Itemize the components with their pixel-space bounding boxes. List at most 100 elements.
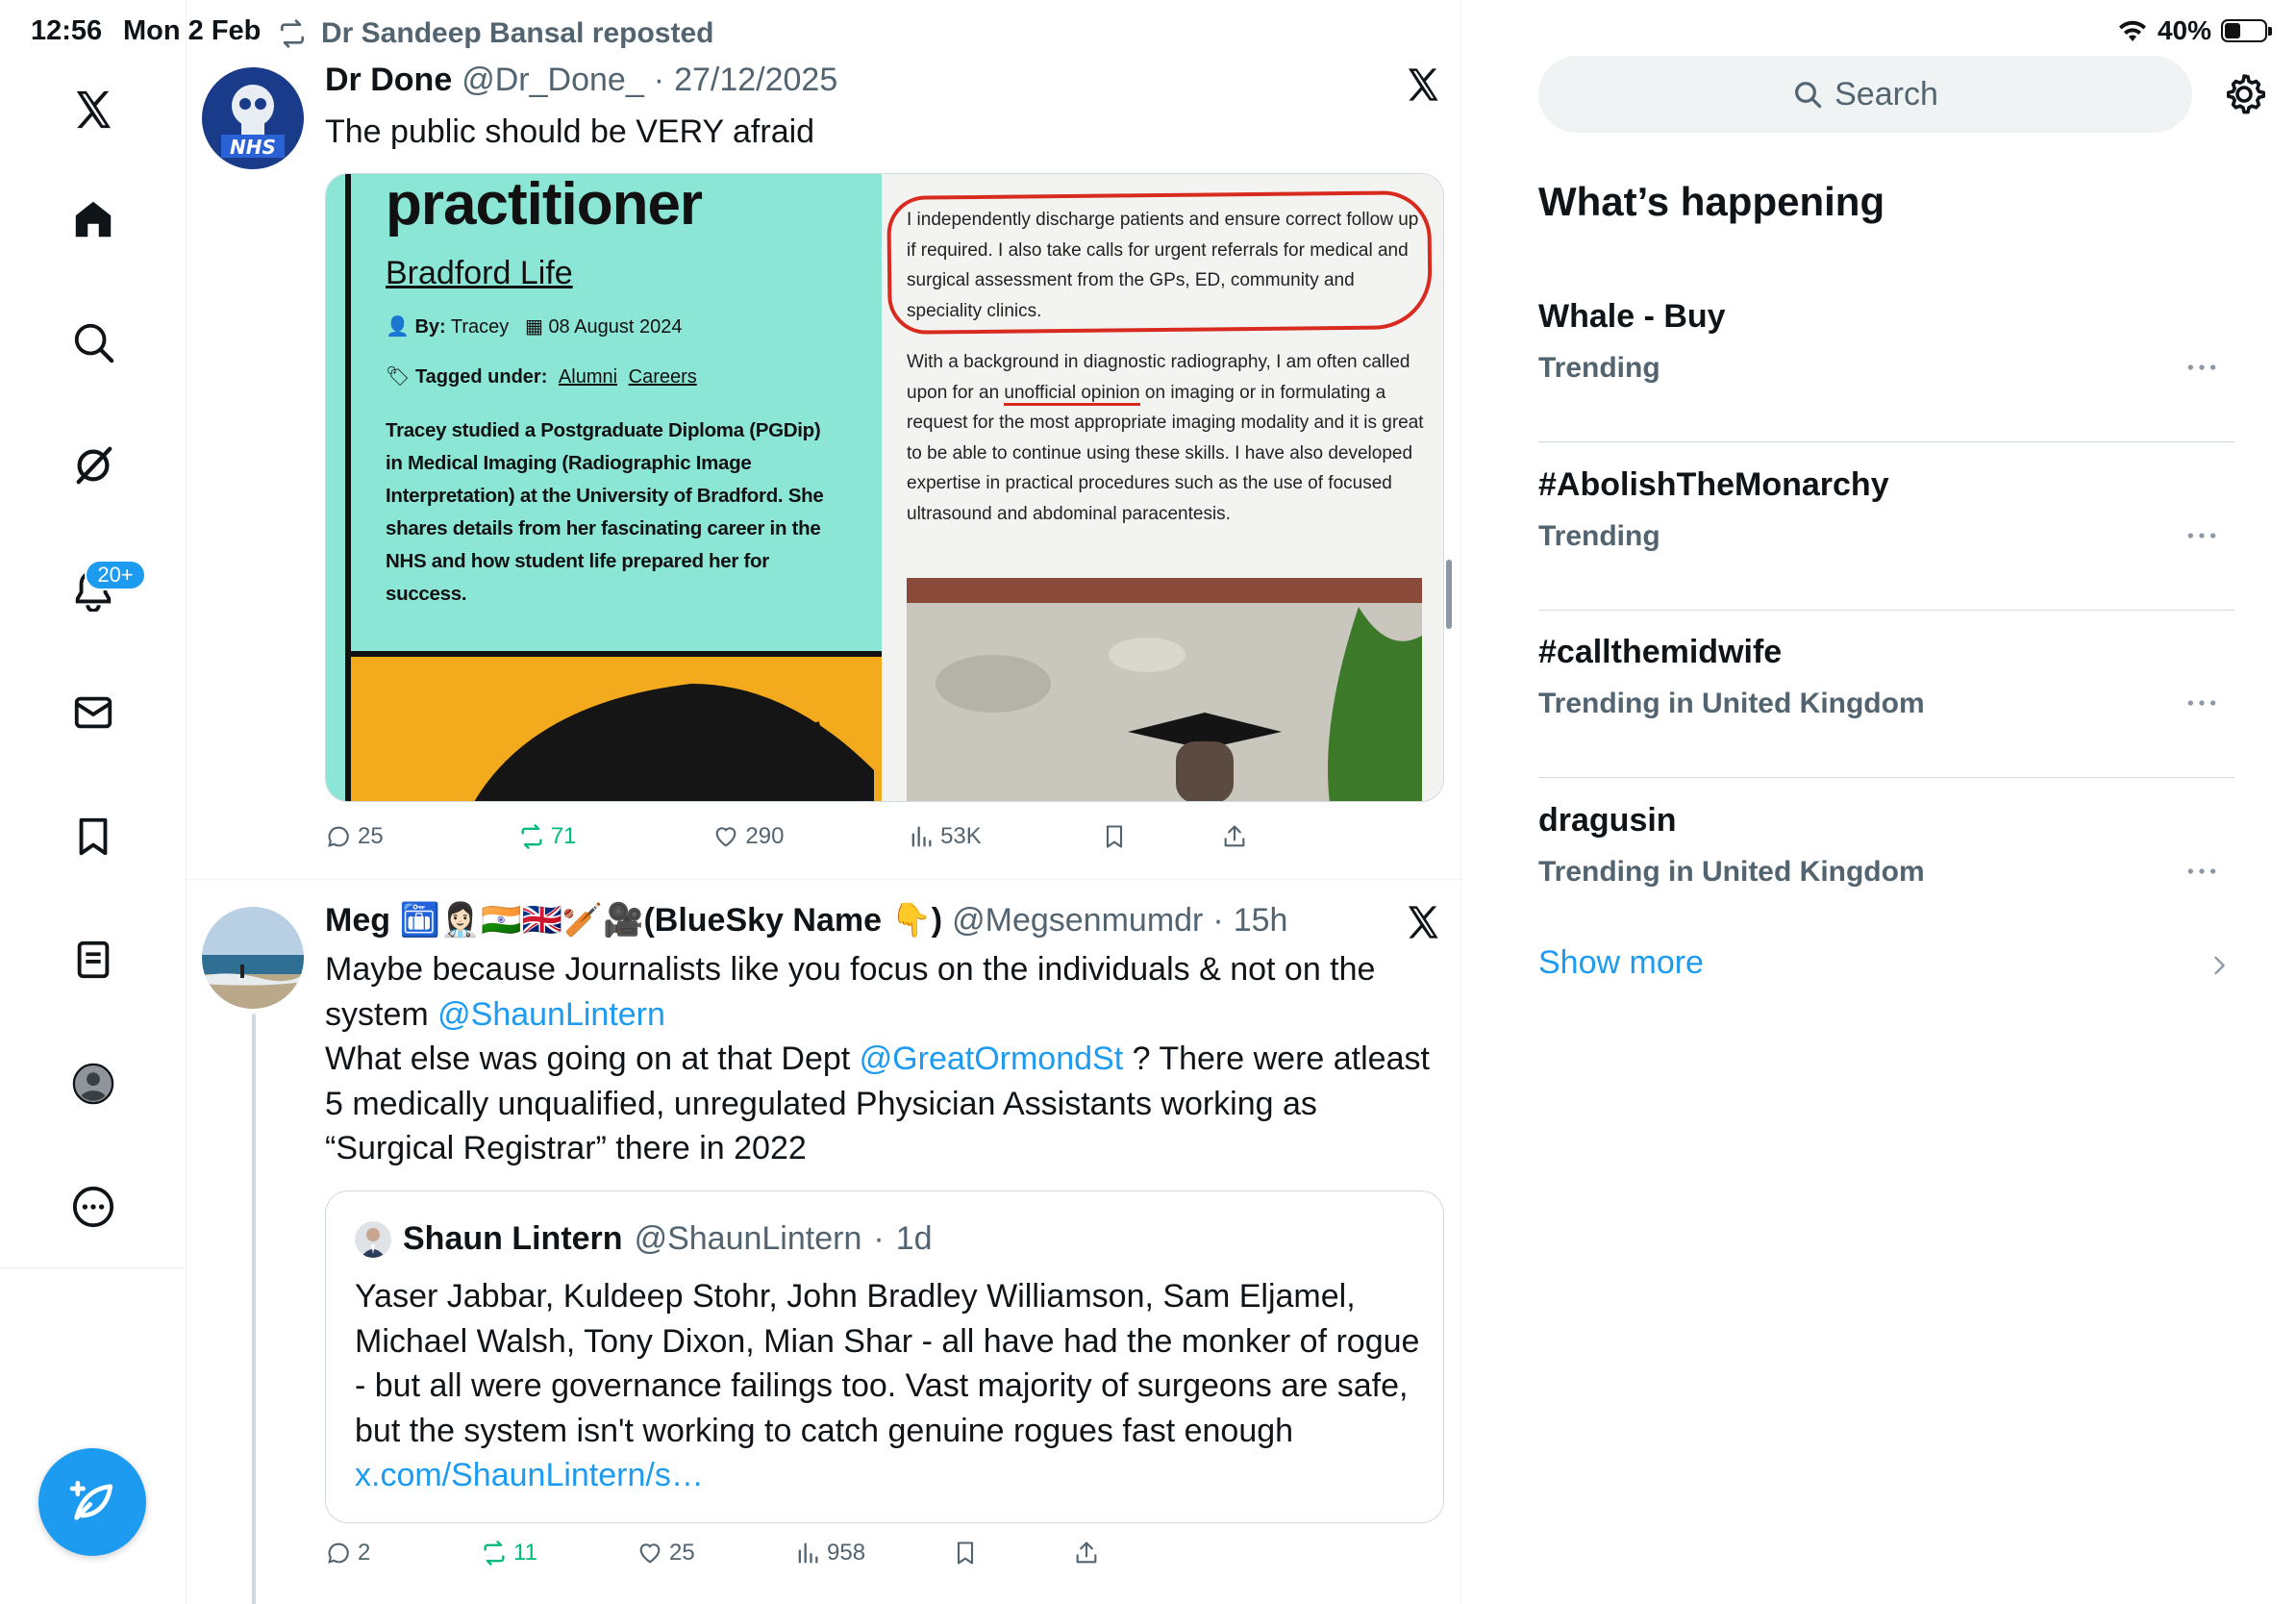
share-icon: [1224, 825, 1245, 847]
x-grok-icon[interactable]: [1404, 65, 1442, 104]
tweet-dr-done[interactable]: Dr Sandeep Bansal reposted NHS Dr Done @…: [187, 0, 1460, 879]
share-icon: [1076, 1541, 1097, 1564]
x-grok-icon[interactable]: [1404, 903, 1442, 941]
frame-bar-vertical: [345, 174, 351, 801]
more-dots-icon[interactable]: [2183, 852, 2221, 890]
bookmarks-icon[interactable]: [60, 803, 127, 870]
show-more-link[interactable]: Show more: [1538, 944, 1704, 982]
grok-icon[interactable]: [60, 432, 127, 499]
tweet-text: Maybe because Journalists like you focus…: [325, 947, 1440, 1171]
repost-count: 11: [513, 1540, 537, 1566]
author-handle[interactable]: @Dr_Done_: [462, 62, 644, 99]
chevron-right-icon[interactable]: [2206, 952, 2233, 979]
tweet-header: Meg 🛅👩🏻‍⚕️🇮🇳🇬🇧🏏🎥(BlueSky Name 👇) @Megsen…: [325, 901, 1287, 940]
separator-dot: ·: [1212, 901, 1224, 939]
separator-dot: ·: [653, 62, 665, 98]
whats-happening-title: What’s happening: [1538, 179, 1885, 224]
article-date: 08 August 2024: [548, 316, 683, 338]
author-handle[interactable]: @Megsenmumdr: [952, 902, 1203, 940]
calendar-icon: ▦: [524, 316, 543, 338]
repost-button[interactable]: 71: [518, 823, 713, 850]
like-count: 290: [745, 823, 785, 849]
search-box[interactable]: Search: [1538, 56, 2192, 133]
trend-item[interactable]: Whale - Buy Trending: [1538, 273, 2234, 442]
settings-gear-icon[interactable]: [2221, 71, 2267, 117]
profile-avatar-icon[interactable]: [60, 1050, 127, 1117]
trend-context: Trending in United Kingdom: [1538, 688, 1925, 719]
reply-icon: [328, 826, 349, 847]
view-count: 53K: [940, 823, 982, 849]
author-name[interactable]: Meg 🛅👩🏻‍⚕️🇮🇳🇬🇧🏏🎥(BlueSky Name 👇): [325, 901, 942, 940]
quoted-tweet[interactable]: Shaun Lintern @ShaunLintern · 1d Yaser J…: [325, 1190, 1444, 1523]
bookmark-button[interactable]: [1101, 823, 1221, 850]
notification-badge: 20+: [85, 560, 146, 590]
reply-button[interactable]: 2: [325, 1540, 481, 1566]
tweet-actions: 25 71 290 53K: [325, 823, 1248, 850]
quoted-text: Yaser Jabbar, Kuldeep Stohr, John Bradle…: [355, 1274, 1422, 1498]
graduation-cap-illustration: [474, 684, 874, 801]
reply-count: 25: [358, 823, 384, 849]
article-subtitle: Bradford Life: [386, 255, 573, 291]
tweet-text-part2: What else was going on at that Dept: [325, 1040, 860, 1077]
bookmark-button[interactable]: [952, 1540, 1073, 1566]
tweet-time[interactable]: 15h: [1234, 902, 1288, 940]
reply-count: 2: [358, 1540, 371, 1566]
quoted-link[interactable]: x.com/ShaunLintern/s…: [355, 1457, 704, 1493]
view-count: 958: [827, 1540, 866, 1566]
tweet-image[interactable]: practitioner Bradford Life 👤 By: Tracey …: [325, 173, 1444, 802]
views-button[interactable]: 958: [794, 1540, 952, 1566]
search-placeholder: Search: [1834, 75, 1938, 113]
like-count: 25: [669, 1540, 695, 1566]
trend-name: dragusin: [1538, 802, 1677, 839]
trend-item[interactable]: #callthemidwife Trending in United Kingd…: [1538, 609, 2234, 778]
reply-icon: [328, 1542, 349, 1564]
reply-button[interactable]: 25: [325, 823, 518, 850]
tweet-meg[interactable]: Meg 🛅👩🏻‍⚕️🇮🇳🇬🇧🏏🎥(BlueSky Name 👇) @Megsen…: [187, 880, 1460, 1604]
like-button[interactable]: 25: [636, 1540, 794, 1566]
bookmark-icon: [1106, 825, 1122, 848]
article-right-panel: I independently discharge patients and e…: [882, 174, 1443, 801]
graduation-photo: [907, 578, 1422, 801]
right-sidebar: Search What’s happening Whale - Buy Tren…: [1461, 0, 2296, 1604]
more-dots-icon[interactable]: [2183, 348, 2221, 387]
paragraph-part-b: on imaging or in formulating a request f…: [907, 382, 1424, 524]
more-dots-icon[interactable]: [2183, 516, 2221, 555]
repost-count: 71: [550, 823, 577, 849]
x-logo-icon[interactable]: [60, 76, 127, 143]
frame-bar-horizontal: [345, 651, 882, 657]
separator-dot: ·: [873, 1220, 885, 1257]
trend-item[interactable]: dragusin Trending in United Kingdom: [1538, 777, 2234, 946]
share-button[interactable]: [1221, 823, 1248, 850]
trend-item[interactable]: #AbolishTheMonarchy Trending: [1538, 441, 2234, 611]
compose-post-button[interactable]: [38, 1448, 146, 1556]
lists-icon[interactable]: [60, 926, 127, 993]
repost-button[interactable]: 11: [481, 1540, 636, 1566]
timeline-feed: Dr Sandeep Bansal reposted NHS Dr Done @…: [187, 0, 1461, 1604]
repost-label: Dr Sandeep Bansal reposted: [321, 17, 714, 49]
mention-greatormondst[interactable]: @GreatOrmondSt: [860, 1040, 1124, 1077]
explore-search-icon[interactable]: [60, 309, 127, 376]
mention-shaunlintern[interactable]: @ShaunLintern: [437, 996, 665, 1033]
radiography-paragraph: With a background in diagnostic radiogra…: [907, 347, 1426, 529]
quoted-author-handle: @ShaunLintern: [634, 1220, 862, 1257]
article-body: Tracey studied a Postgraduate Diploma (P…: [386, 419, 824, 605]
avatar-dr-done[interactable]: NHS: [202, 67, 304, 169]
trend-context: Trending: [1538, 352, 1660, 384]
quoted-author-name: Shaun Lintern: [403, 1220, 623, 1257]
more-circle-icon[interactable]: [60, 1173, 127, 1241]
share-button[interactable]: [1073, 1540, 1100, 1566]
nav-divider: [0, 1267, 187, 1268]
more-dots-icon[interactable]: [2183, 684, 2221, 722]
trend-name: Whale - Buy: [1538, 298, 1726, 335]
home-icon[interactable]: [60, 186, 127, 253]
avatar-meg[interactable]: [202, 907, 304, 1009]
left-nav: 20+: [0, 0, 187, 1604]
messages-mail-icon[interactable]: [60, 679, 127, 746]
author-name[interactable]: Dr Done: [325, 62, 452, 99]
like-button[interactable]: 290: [712, 823, 908, 850]
quoted-time: 1d: [895, 1220, 933, 1257]
views-button[interactable]: 53K: [908, 823, 1101, 850]
article-tags: 🏷 Tagged under: Alumni Careers: [386, 364, 697, 388]
compose-feather-icon: [69, 1480, 112, 1520]
tweet-date[interactable]: 27/12/2025: [674, 62, 837, 99]
